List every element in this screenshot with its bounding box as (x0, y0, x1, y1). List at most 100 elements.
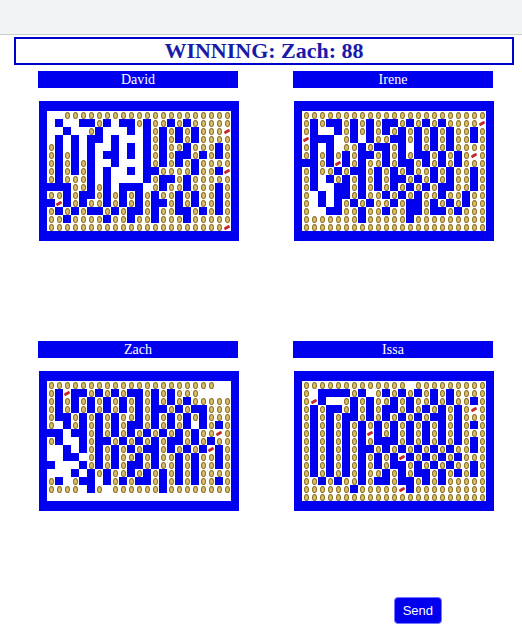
coin-cell (47, 167, 55, 175)
empty-cell (79, 469, 87, 477)
wall-cell (406, 119, 414, 127)
wall-cell (382, 159, 390, 167)
coin-cell (199, 381, 207, 389)
wall-cell (358, 389, 366, 397)
coin-icon (97, 406, 102, 413)
coin-cell (143, 223, 151, 231)
wall-cell (358, 429, 366, 437)
coin-icon (193, 414, 198, 421)
wall-cell (438, 119, 446, 127)
coin-icon (424, 382, 429, 389)
coin-icon (161, 382, 166, 389)
wall-cell (111, 453, 119, 461)
coin-cell (446, 381, 454, 389)
coin-icon (424, 446, 429, 453)
coin-icon (392, 208, 397, 215)
wall-cell (199, 445, 207, 453)
coin-cell (406, 111, 414, 119)
wall-cell (151, 413, 159, 421)
wall-cell (119, 405, 127, 413)
coin-cell (478, 381, 486, 389)
coin-cell (143, 207, 151, 215)
coin-icon (368, 168, 373, 175)
coin-icon (344, 406, 349, 413)
cherry-cell (55, 199, 63, 207)
wall-cell (374, 175, 382, 183)
coin-cell (175, 413, 183, 421)
coin-cell (414, 119, 422, 127)
wall-cell (390, 453, 398, 461)
empty-cell (63, 119, 71, 127)
coin-icon (97, 398, 102, 405)
coin-cell (191, 151, 199, 159)
coin-cell (358, 199, 366, 207)
coin-icon (480, 160, 485, 167)
coin-cell (438, 127, 446, 135)
wall-cell (350, 135, 358, 143)
wall-cell (302, 159, 310, 167)
coin-cell (422, 223, 430, 231)
wall-cell (366, 151, 374, 159)
coin-icon (320, 224, 325, 231)
coin-cell (334, 437, 342, 445)
coin-icon (416, 398, 421, 405)
coin-cell (382, 453, 390, 461)
wall-cell (71, 429, 79, 437)
coin-icon (145, 200, 150, 207)
coin-icon (392, 414, 397, 421)
coin-icon (137, 112, 142, 119)
coin-icon (440, 200, 445, 207)
wall-cell (103, 469, 111, 477)
player-label: David (38, 71, 238, 88)
coin-icon (225, 152, 230, 159)
coin-icon (73, 176, 78, 183)
coin-icon (105, 446, 110, 453)
coin-icon (169, 128, 174, 135)
wall-cell (183, 175, 191, 183)
wall-cell (406, 405, 414, 413)
coin-cell (151, 159, 159, 167)
wall-cell (374, 461, 382, 469)
wall-cell (191, 477, 199, 485)
wall-cell (127, 445, 135, 453)
coin-cell (199, 191, 207, 199)
coin-icon (137, 470, 142, 477)
coin-icon (352, 430, 357, 437)
coin-icon (81, 184, 86, 191)
coin-cell (342, 167, 350, 175)
cherry-cell (223, 167, 231, 175)
wall-cell (159, 469, 167, 477)
wall-cell (111, 445, 119, 453)
wall-cell (470, 135, 478, 143)
coin-icon (217, 128, 222, 135)
coin-cell (422, 143, 430, 151)
coin-cell (326, 111, 334, 119)
wall-cell (175, 151, 183, 159)
coin-cell (326, 215, 334, 223)
coin-cell (302, 429, 310, 437)
wall-cell (55, 159, 63, 167)
empty-cell (318, 127, 326, 135)
coin-cell (87, 461, 95, 469)
coin-icon (153, 120, 158, 127)
coin-cell (462, 135, 470, 143)
coin-cell (87, 421, 95, 429)
wall-cell (446, 183, 454, 191)
coin-icon (49, 398, 54, 405)
coin-icon (312, 382, 317, 389)
coin-icon (153, 382, 158, 389)
coin-cell (414, 223, 422, 231)
coin-cell (454, 183, 462, 191)
empty-cell (55, 493, 63, 501)
coin-icon (121, 470, 126, 477)
coin-icon (464, 382, 469, 389)
wall-cell (414, 191, 422, 199)
coin-icon (416, 422, 421, 429)
wall-cell (438, 437, 446, 445)
coin-cell (167, 143, 175, 151)
coin-icon (352, 184, 357, 191)
coin-cell (223, 445, 231, 453)
coin-icon (217, 414, 222, 421)
coin-icon (336, 112, 341, 119)
empty-cell (127, 135, 135, 143)
